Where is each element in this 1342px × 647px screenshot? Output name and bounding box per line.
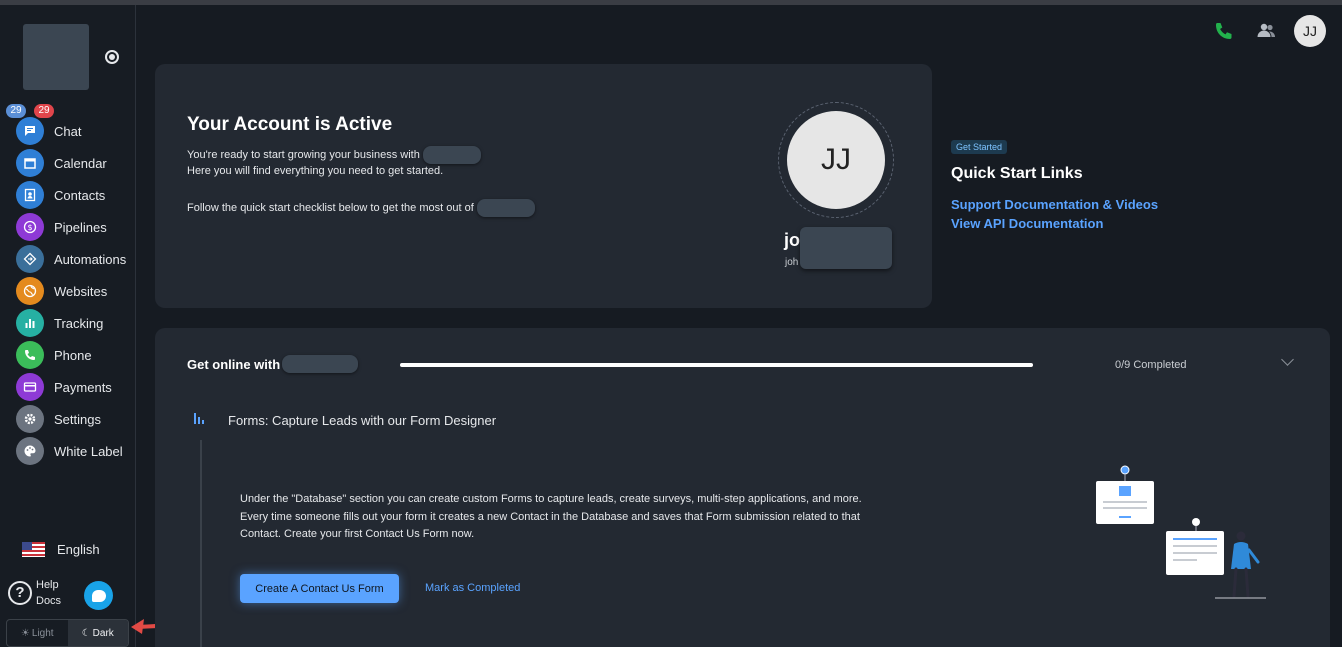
account-line-1: You're ready to start growing your busin…: [187, 146, 481, 164]
chat-bubble-icon: [91, 589, 106, 602]
language-label: English: [57, 542, 100, 557]
sidebar-item-automations[interactable]: Automations: [16, 243, 126, 275]
sidebar-item-chat[interactable]: Chat: [16, 115, 126, 147]
profile-avatar: JJ: [787, 111, 885, 209]
palette-icon: [16, 437, 44, 465]
account-line-2: Here you will find everything you need t…: [187, 165, 444, 177]
account-status-card: Your Account is Active You're ready to s…: [155, 64, 932, 308]
dark-theme-button[interactable]: ☾ Dark: [67, 620, 128, 646]
sun-icon: ☀: [20, 627, 30, 639]
completed-count: 0/9 Completed: [1115, 359, 1187, 371]
chat-icon: [16, 117, 44, 145]
profile-name: jo: [784, 230, 800, 250]
bar-chart-icon: [16, 309, 44, 337]
sidebar-item-label: White Label: [54, 443, 123, 459]
language-selector[interactable]: English: [22, 542, 100, 557]
checklist-progress-bar: [400, 363, 1033, 367]
light-theme-label: Light: [31, 627, 54, 639]
sidebar-item-white-label[interactable]: White Label: [16, 435, 126, 467]
contacts-icon: [16, 181, 44, 209]
redacted-company-name: [476, 199, 535, 217]
sidebar-item-label: Calendar: [54, 155, 107, 171]
get-started-badge: Get Started: [951, 140, 1008, 154]
account-line-3-text: Follow the quick start checklist below t…: [187, 201, 474, 214]
onboarding-checklist-card: Get online with 0/9 Completed Forms: Cap…: [155, 328, 1330, 647]
gear-icon: [16, 405, 44, 433]
support-docs-link[interactable]: Support Documentation & Videos: [951, 197, 1158, 212]
card-icon: [16, 373, 44, 401]
checklist-title-text: Get online with: [187, 356, 281, 372]
sidebar-item-pipelines[interactable]: $ Pipelines: [16, 211, 126, 243]
sidebar-item-label: Pipelines: [54, 219, 107, 235]
location-switcher-icon[interactable]: [105, 50, 119, 64]
sidebar: 29 29 Chat Calendar Contacts $ Pipelines: [0, 5, 136, 647]
dollar-icon: $: [16, 213, 44, 241]
support-chat-button[interactable]: [84, 581, 113, 610]
profile-avatar-ring: JJ: [778, 102, 894, 218]
phone-icon[interactable]: [1210, 17, 1238, 45]
sidebar-item-tracking[interactable]: Tracking: [16, 307, 126, 339]
users-icon[interactable]: [1252, 17, 1280, 45]
phone-icon: [16, 341, 44, 369]
window-top-strip: [0, 0, 1342, 5]
account-title: Your Account is Active: [187, 114, 393, 135]
profile-email: joh: [785, 257, 799, 268]
redacted-company-name: [422, 146, 481, 164]
checklist-title[interactable]: Get online with: [187, 355, 359, 373]
question-icon: ?: [8, 581, 32, 605]
company-logo[interactable]: [23, 24, 89, 90]
sidebar-nav: Chat Calendar Contacts $ Pipelines Autom…: [16, 115, 126, 467]
sidebar-item-label: Automations: [54, 251, 127, 267]
sidebar-item-label: Chat: [54, 123, 82, 139]
quick-start-title: Quick Start Links: [951, 165, 1083, 182]
create-contact-form-button[interactable]: Create A Contact Us Form: [240, 574, 399, 603]
sidebar-item-websites[interactable]: Websites: [16, 275, 126, 307]
sidebar-item-label: Settings: [54, 411, 101, 427]
sidebar-item-settings[interactable]: Settings: [16, 403, 126, 435]
sidebar-item-label: Contacts: [54, 187, 106, 203]
user-avatar[interactable]: JJ: [1294, 15, 1326, 47]
step-timeline-line: [200, 440, 202, 647]
us-flag-icon: [22, 542, 45, 557]
bar-chart-icon: [194, 413, 204, 424]
redacted-profile-info: [800, 227, 892, 269]
sidebar-item-contacts[interactable]: Contacts: [16, 179, 126, 211]
account-line-3: Follow the quick start checklist below t…: [187, 199, 535, 217]
moon-icon: ☾: [81, 627, 91, 639]
topbar-actions: JJ: [1196, 15, 1326, 47]
quick-start-links: Get Started Quick Start Links Support Do…: [951, 137, 1158, 231]
step-description: Under the "Database" section you can cre…: [240, 493, 862, 540]
light-theme-button[interactable]: ☀ Light: [7, 620, 68, 646]
calendar-icon: [16, 149, 44, 177]
dark-theme-label: Dark: [92, 627, 114, 639]
sidebar-item-label: Websites: [54, 283, 108, 299]
sidebar-item-label: Tracking: [54, 315, 104, 331]
globe-icon: [16, 277, 44, 305]
help-docs-link[interactable]: ? Help Docs: [8, 577, 76, 609]
chevron-down-icon[interactable]: [1281, 353, 1294, 366]
help-docs-label: Help Docs: [36, 579, 62, 607]
sidebar-item-phone[interactable]: Phone: [16, 339, 126, 371]
mark-completed-button[interactable]: Mark as Completed: [425, 582, 520, 594]
sidebar-item-label: Phone: [54, 347, 92, 363]
sidebar-item-payments[interactable]: Payments: [16, 371, 126, 403]
form-designer-illustration: [1096, 465, 1266, 599]
automation-icon: [16, 245, 44, 273]
account-line-1-text: You're ready to start growing your busin…: [187, 148, 420, 161]
redacted-company-name: [282, 355, 359, 373]
api-docs-link[interactable]: View API Documentation: [951, 216, 1158, 231]
sidebar-item-calendar[interactable]: Calendar: [16, 147, 126, 179]
theme-toggle: ☀ Light ☾ Dark: [6, 619, 129, 647]
svg-text:$: $: [27, 223, 32, 232]
sidebar-item-label: Payments: [54, 379, 112, 395]
step-title[interactable]: Forms: Capture Leads with our Form Desig…: [228, 413, 496, 428]
